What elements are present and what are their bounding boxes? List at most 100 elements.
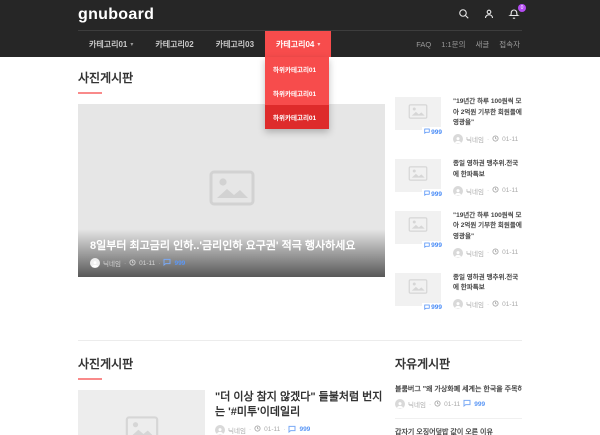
avatar: [215, 425, 225, 435]
post-title: 종일 영하권 맹추위.전국에 한파특보: [453, 159, 522, 180]
featured-caption: 8일부터 최고금리 인하..'금리인하 요구권' 적극 행사하세요 닉네임· 0…: [78, 229, 385, 277]
header-icons: 0: [456, 7, 522, 23]
dropdown-item-subcategory[interactable]: 하위카테고리01: [265, 81, 329, 105]
author-name: 닉네임: [466, 299, 484, 309]
author-name: 닉네임: [228, 425, 246, 435]
search-icon: [458, 8, 470, 23]
main-nav: 카테고리01 ▾ 카테고리02 카테고리03 카테고리04 ▾ 하위카테고리01…: [0, 30, 600, 57]
comment-icon: [424, 190, 430, 198]
article-item[interactable]: "더 이상 참지 않겠다" 들불처럼 번지는 '#미투'이데일리 닉네임· 01…: [78, 380, 385, 435]
post-title: 종일 영하권 맹추위.전국에 한파특보: [453, 273, 522, 294]
image-placeholder-icon: [408, 166, 428, 186]
comment-icon: [288, 425, 296, 435]
notification-button[interactable]: 0: [506, 7, 522, 23]
lower-section: 사진게시판 "더 이상 참지 않겠다" 들불처럼 번지는 '#미투'이데일리 닉…: [78, 340, 522, 435]
utility-link-newposts[interactable]: 새글: [475, 39, 489, 50]
post-date: 01-11: [502, 249, 518, 256]
clock-icon: [129, 259, 136, 268]
author-name: 닉네임: [103, 258, 121, 268]
post-date: 01-11: [444, 401, 460, 408]
post-date: 01-11: [502, 187, 518, 194]
free-board-list: 자유게시판 블룸버그 "왜 가상화폐 세계는 한국을 주목하는가" 닉네임· 0…: [395, 355, 522, 435]
image-placeholder-icon: [408, 217, 428, 237]
photo-board-sidebar: 999 "19년간 하루 100원씩 모아 2억원 기부한 회원들에 영광을" …: [395, 97, 522, 324]
logo[interactable]: gnuboard: [78, 6, 154, 24]
clock-icon: [492, 135, 499, 144]
thumbnail: 999: [395, 273, 441, 306]
author-name: 닉네임: [466, 134, 484, 144]
comment-icon: [424, 128, 430, 136]
comment-count: 999: [299, 426, 310, 433]
dropdown-item-subcategory-hover[interactable]: 하위카테고리01: [265, 105, 329, 129]
comment-icon: [424, 304, 430, 312]
list-item[interactable]: 999 "19년간 하루 100원씩 모아 2억원 기부한 회원들에 영광을" …: [395, 211, 522, 258]
top-header: gnuboard 0: [0, 0, 600, 30]
thumbnail: 999: [395, 211, 441, 244]
post-title: 블룸버그 "왜 가상화폐 세계는 한국을 주목하는가": [395, 384, 522, 394]
nav-item-label: 카테고리02: [155, 39, 193, 50]
list-item[interactable]: 999 "19년간 하루 100원씩 모아 2억원 기부한 회원들에 영광을" …: [395, 97, 522, 144]
avatar: [453, 299, 463, 309]
comment-chip: 999: [422, 189, 444, 199]
image-placeholder-icon: [209, 170, 255, 211]
comment-icon: [463, 399, 471, 409]
comment-chip: 999: [422, 303, 444, 313]
nav-menu: 카테고리01 ▾ 카테고리02 카테고리03 카테고리04 ▾ 하위카테고리01…: [78, 31, 331, 57]
utility-links: FAQ 1:1문의 새글 접속자: [416, 31, 522, 57]
thumbnail: 999: [395, 97, 441, 130]
category04-dropdown: 하위카테고리01 하위카테고리01 하위카테고리01: [265, 57, 329, 129]
nav-item-category04[interactable]: 카테고리04 ▾: [265, 31, 331, 57]
utility-link-faq[interactable]: FAQ: [416, 40, 431, 49]
free-board-title: 자유게시판: [395, 355, 522, 372]
photo-board-title: 사진게시판: [78, 69, 385, 94]
utility-link-visitors[interactable]: 접속자: [499, 39, 520, 50]
chevron-down-icon: ▾: [317, 41, 320, 48]
nav-item-label: 카테고리01: [89, 39, 127, 50]
post-date: 01-11: [502, 301, 518, 308]
nav-dropdown-wrap: 카테고리04 ▾ 하위카테고리01 하위카테고리01 하위카테고리01: [265, 31, 331, 57]
dropdown-item-subcategory[interactable]: 하위카테고리01: [265, 57, 329, 81]
comment-count: 999: [474, 401, 485, 408]
notification-badge: 0: [518, 4, 526, 12]
clock-icon: [492, 248, 499, 257]
comment-chip: 999: [422, 127, 444, 137]
nav-item-label: 카테고리03: [216, 39, 254, 50]
user-icon: [483, 8, 495, 23]
image-placeholder-icon: [408, 279, 428, 299]
list-item[interactable]: 999 종일 영하권 맹추위.전국에 한파특보 닉네임· 01-11: [395, 159, 522, 195]
nav-item-category02[interactable]: 카테고리02: [144, 31, 204, 57]
post-title: "19년간 하루 100원씩 모아 2억원 기부한 회원들에 영광을": [453, 211, 522, 243]
search-button[interactable]: [456, 7, 472, 23]
post-title: 갑자기 오징어덮밥 값이 오른 이유: [395, 427, 522, 435]
author-name: 닉네임: [466, 248, 484, 258]
photo-board-title: 사진게시판: [78, 355, 385, 380]
avatar: [453, 186, 463, 196]
comment-chip: 999: [422, 241, 444, 251]
image-placeholder-icon: [125, 416, 159, 435]
list-item[interactable]: 갑자기 오징어덮밥 값이 오른 이유 닉네임· 01-11 999: [395, 419, 522, 435]
comment-count: 999: [174, 260, 185, 267]
avatar: [453, 248, 463, 258]
image-placeholder-icon: [408, 104, 428, 124]
utility-link-inquiry[interactable]: 1:1문의: [441, 39, 465, 50]
list-item[interactable]: 999 종일 영하권 맹추위.전국에 한파특보 닉네임· 01-11: [395, 273, 522, 309]
featured-title: 8일부터 최고금리 인하..'금리인하 요구권' 적극 행사하세요: [90, 239, 373, 253]
avatar: [90, 258, 100, 268]
post-date: 01-11: [139, 260, 155, 267]
nav-item-category03[interactable]: 카테고리03: [205, 31, 265, 57]
avatar: [395, 399, 405, 409]
author-name: 닉네임: [408, 399, 426, 409]
thumbnail: [78, 390, 205, 435]
post-date: 01-11: [264, 426, 280, 433]
post-title: "19년간 하루 100원씩 모아 2억원 기부한 회원들에 영광을": [453, 97, 522, 129]
comment-icon: [424, 242, 430, 250]
list-item[interactable]: 블룸버그 "왜 가상화폐 세계는 한국을 주목하는가" 닉네임· 01-11 9…: [395, 372, 522, 419]
post-date: 01-11: [502, 136, 518, 143]
user-button[interactable]: [481, 7, 497, 23]
thumbnail: 999: [395, 159, 441, 192]
featured-post[interactable]: 8일부터 최고금리 인하..'금리인하 요구권' 적극 행사하세요 닉네임· 0…: [78, 104, 385, 277]
post-title: "더 이상 참지 않겠다" 들불처럼 번지는 '#미투'이데일리: [215, 390, 385, 420]
clock-icon: [254, 425, 261, 434]
nav-item-category01[interactable]: 카테고리01 ▾: [78, 31, 144, 57]
clock-icon: [434, 400, 441, 409]
